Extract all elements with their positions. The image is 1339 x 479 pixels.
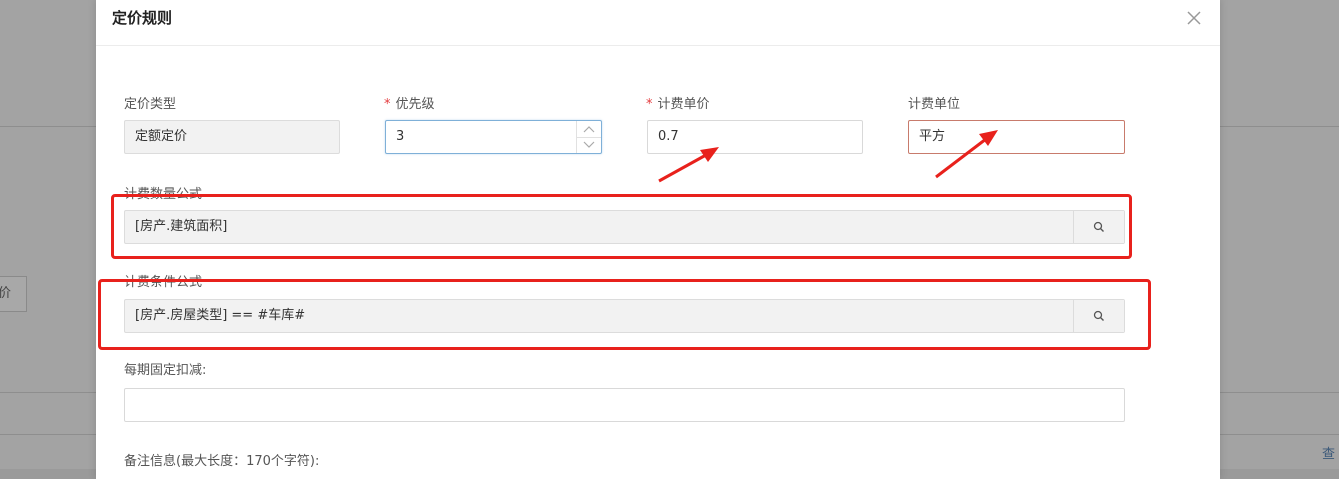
required-mark: * bbox=[646, 97, 653, 112]
priority-label: * 优先级 bbox=[384, 97, 435, 112]
fixed-deduction-input[interactable] bbox=[124, 388, 1125, 422]
close-icon[interactable] bbox=[1184, 8, 1204, 28]
highlight-box-condition bbox=[98, 279, 1151, 350]
remarks-label: 备注信息(最大长度：170个字符): bbox=[124, 454, 320, 469]
stepper-down-button[interactable] bbox=[577, 137, 601, 153]
dialog-title: 定价规则 bbox=[112, 9, 173, 27]
chevron-down-icon bbox=[583, 141, 595, 148]
priority-stepper[interactable]: 3 bbox=[385, 120, 602, 154]
billing-unit-label: 计费单位 bbox=[908, 97, 961, 112]
dialog-header: 定价规则 bbox=[96, 0, 1220, 46]
stepper-controls bbox=[576, 121, 601, 153]
unit-price-input[interactable]: 0.7 bbox=[647, 120, 863, 154]
unit-price-label: * 计费单价 bbox=[646, 97, 710, 112]
priority-value: 3 bbox=[396, 129, 405, 144]
required-mark: * bbox=[384, 97, 391, 112]
chevron-up-icon bbox=[583, 126, 595, 133]
stepper-up-button[interactable] bbox=[577, 121, 601, 138]
billing-unit-input[interactable]: 平方 bbox=[908, 120, 1125, 154]
highlight-box-quantity bbox=[111, 194, 1132, 259]
background-tab[interactable]: 价 bbox=[0, 276, 27, 312]
pricing-type-field: 定额定价 bbox=[124, 120, 340, 154]
pricing-type-label: 定价类型 bbox=[124, 97, 177, 112]
fixed-deduction-label: 每期固定扣减: bbox=[124, 363, 207, 378]
background-link[interactable]: 查 bbox=[1322, 443, 1335, 462]
